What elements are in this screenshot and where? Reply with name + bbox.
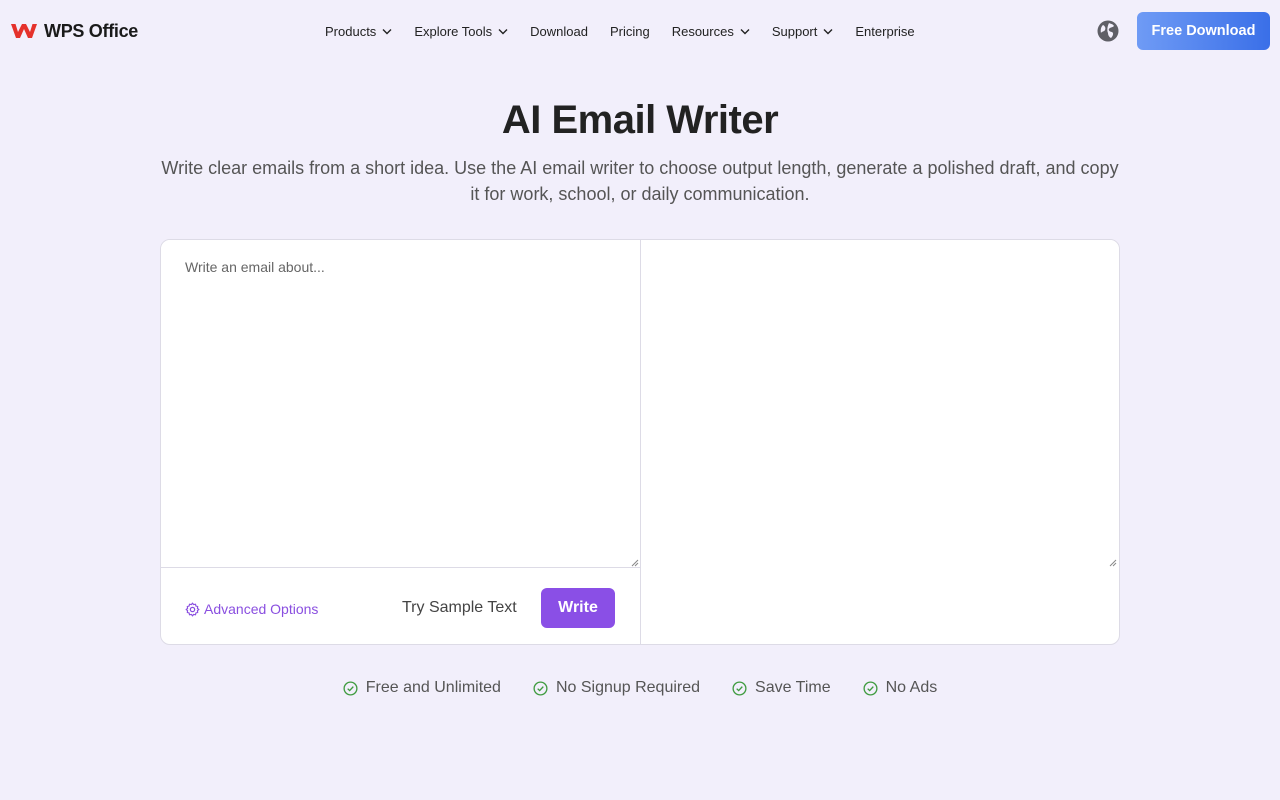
chevron-down-icon (740, 28, 750, 34)
gear-icon (185, 602, 200, 616)
nav-item-support[interactable]: Support (772, 24, 834, 39)
chevron-down-icon (498, 28, 508, 34)
free-download-button[interactable]: Free Download (1137, 12, 1270, 50)
nav-item-label: Download (530, 23, 588, 39)
feature-item: Save Time (732, 679, 831, 697)
feature-list: Free and Unlimited No Signup Required Sa… (0, 679, 1280, 697)
page-subtitle: Write clear emails from a short idea. Us… (161, 158, 1119, 204)
page-title: AI Email Writer (501, 98, 779, 142)
globe-icon[interactable] (1096, 19, 1120, 43)
nav-item-products[interactable]: Products (325, 24, 392, 39)
nav-item-label: Pricing (609, 23, 650, 39)
input-pane: Advanced Options Try Sample Text Write (161, 240, 641, 644)
advanced-options-link[interactable]: Advanced Options (185, 601, 318, 617)
feature-label: Save Time (755, 679, 831, 696)
nav-item-label: Resources (671, 23, 734, 39)
check-circle-icon (533, 680, 548, 696)
email-topic-input[interactable] (161, 240, 640, 568)
site-header: WPS Office Products Explore Tools Downlo… (0, 0, 1280, 62)
check-circle-icon (732, 680, 747, 696)
check-circle-icon (343, 680, 358, 696)
email-writer-panel: Advanced Options Try Sample Text Write (160, 239, 1120, 645)
write-button[interactable]: Write (541, 588, 615, 628)
resize-handle-icon[interactable] (631, 559, 639, 567)
resize-handle-icon[interactable] (1109, 559, 1117, 567)
nav-item-pricing[interactable]: Pricing (610, 24, 650, 39)
main-nav: Products Explore Tools Download Pricing … (325, 22, 937, 40)
chevron-down-icon (823, 28, 833, 34)
nav-item-resources[interactable]: Resources (672, 24, 750, 39)
feature-item: No Signup Required (533, 679, 700, 697)
wps-logo-icon (11, 24, 37, 38)
nav-item-label: Enterprise (855, 23, 915, 39)
nav-item-label: Support (771, 23, 818, 39)
brand-name: WPS Office (44, 20, 139, 41)
try-sample-text-button[interactable]: Try Sample Text (402, 599, 517, 617)
feature-label: No Ads (885, 679, 938, 696)
nav-item-label: Products (325, 23, 377, 39)
nav-item-explore-tools[interactable]: Explore Tools (414, 24, 508, 39)
feature-item: Free and Unlimited (343, 679, 501, 697)
output-pane (641, 240, 1119, 568)
check-circle-icon (863, 680, 878, 696)
nav-item-enterprise[interactable]: Enterprise (855, 24, 914, 39)
nav-item-label: Explore Tools (414, 23, 493, 39)
chevron-down-icon (382, 28, 392, 34)
feature-label: No Signup Required (555, 679, 701, 696)
advanced-options-label: Advanced Options (204, 601, 319, 617)
nav-item-download[interactable]: Download (530, 24, 588, 39)
feature-item: No Ads (863, 679, 938, 697)
email-output-area[interactable] (641, 240, 1119, 568)
feature-label: Free and Unlimited (365, 679, 501, 696)
wps-logo[interactable]: WPS Office (10, 20, 138, 42)
